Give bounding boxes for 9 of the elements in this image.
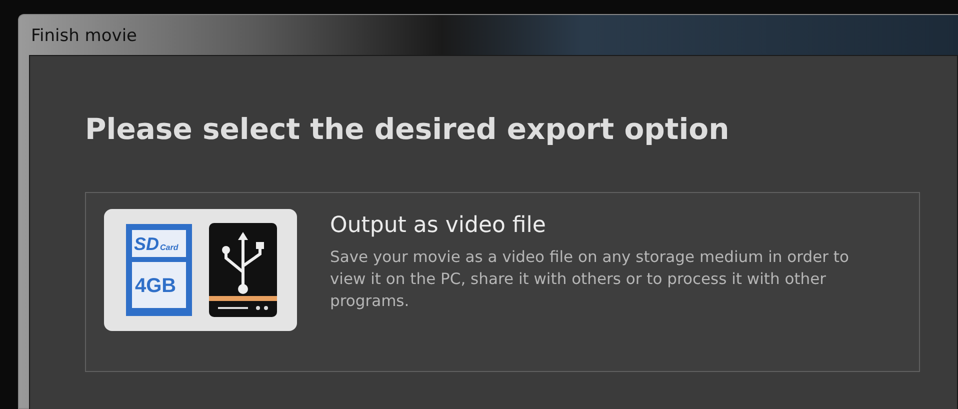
option-title: Output as video file xyxy=(330,212,547,240)
export-option[interactable]: SDCard 4GB Output as video file Save your movie as a video file on any storage medium in order to view it on the PC, share it with others or to process it with other programs. xyxy=(85,192,920,372)
card-type-label: Card xyxy=(160,242,178,252)
window-title: Finish movie xyxy=(31,26,138,46)
capacity-label: 4GB xyxy=(134,274,176,296)
card-brand-label: SD xyxy=(134,234,159,254)
usb-drive-icon xyxy=(208,222,278,318)
option-description: Save your movie as a video file on any storage medium in order to view it on the PC, share it with others or to process it with other programs. xyxy=(330,246,850,312)
heading: Please select the desired export option xyxy=(85,111,730,148)
